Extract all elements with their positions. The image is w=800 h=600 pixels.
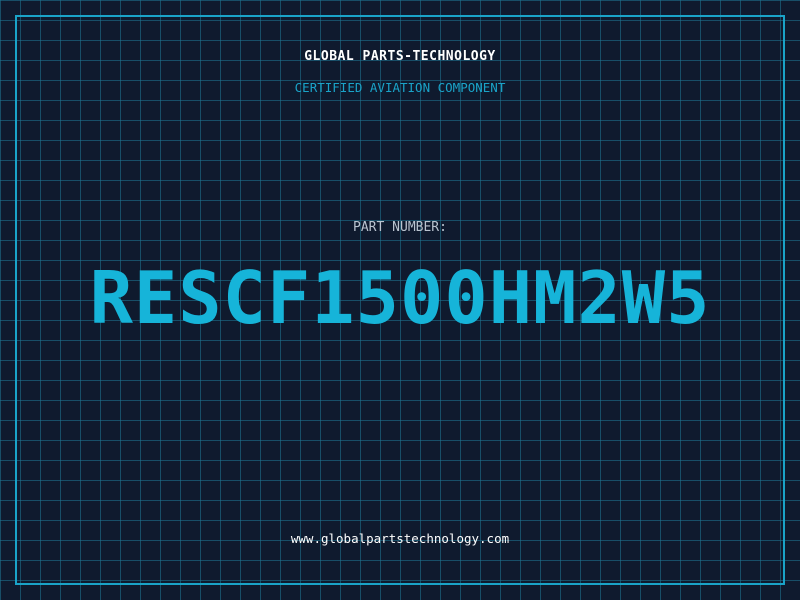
part-number-value: RESCF1500HM2W5 xyxy=(89,256,711,340)
certification-subtitle: CERTIFIED AVIATION COMPONENT xyxy=(294,80,506,95)
company-name: GLOBAL PARTS-TECHNOLOGY xyxy=(304,49,496,64)
website-url: www.globalpartstechnology.com xyxy=(290,531,510,546)
part-number-label: PART NUMBER: xyxy=(353,220,447,235)
